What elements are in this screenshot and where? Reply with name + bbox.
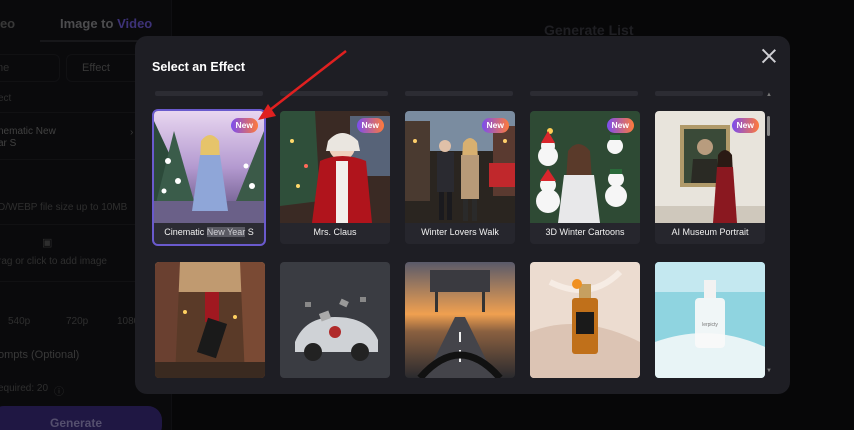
effect-label-highlight: New Year xyxy=(206,227,246,237)
modal-title: Select an Effect xyxy=(152,60,246,74)
prev-row-strip xyxy=(655,91,763,96)
effect-label: Winter Lovers Walk xyxy=(421,227,499,237)
prev-row-strip xyxy=(530,91,638,96)
new-badge: New xyxy=(606,118,634,133)
effect-card-road-steering[interactable] xyxy=(405,262,515,378)
effect-label-post: S xyxy=(245,227,254,237)
effect-card-perfume-bottle[interactable] xyxy=(530,262,640,378)
new-badge: New xyxy=(731,118,759,133)
prev-row-strip xyxy=(405,91,513,96)
effect-card-winter-lovers-walk[interactable]: New Winter Lovers Walk xyxy=(405,111,515,244)
effect-card-serum-beach[interactable]: lerpicty xyxy=(655,262,765,378)
effect-card-car-explosion[interactable] xyxy=(280,262,390,378)
prev-row-strip xyxy=(155,91,263,96)
new-badge: New xyxy=(356,118,384,133)
modal-scrollbar[interactable]: ▲ ▼ xyxy=(766,92,772,376)
scroll-thumb[interactable] xyxy=(767,116,770,136)
app-root: deo Image to Video me Effect ect nematic… xyxy=(0,0,854,430)
effect-label: Mrs. Claus xyxy=(313,227,357,237)
serum-bottle-text: lerpicty xyxy=(702,322,718,328)
effect-card-cinematic-new-year[interactable]: New Cinematic New Year S xyxy=(152,109,266,246)
new-badge: New xyxy=(481,118,509,133)
select-effect-modal: Select an Effect New Cinematic New Year … xyxy=(135,36,790,394)
close-icon[interactable] xyxy=(761,48,777,64)
effect-card-3d-winter-cartoons[interactable]: New 3D Winter Cartoons xyxy=(530,111,640,244)
effect-label: AI Museum Portrait xyxy=(671,227,749,237)
effect-card-ai-museum-portrait[interactable]: New AI Museum Portrait xyxy=(655,111,765,244)
effect-card-lipstick-street[interactable] xyxy=(155,262,265,378)
scroll-down-arrow-icon[interactable]: ▼ xyxy=(766,368,772,374)
new-badge: New xyxy=(230,118,258,133)
effect-label: Cinematic New Year S xyxy=(154,227,264,237)
effect-label-pre: Cinematic xyxy=(164,227,207,237)
effect-card-mrs-claus[interactable]: New Mrs. Claus xyxy=(280,111,390,244)
effect-label: 3D Winter Cartoons xyxy=(545,227,625,237)
scroll-up-arrow-icon[interactable]: ▲ xyxy=(766,92,772,98)
prev-row-strip xyxy=(280,91,388,96)
